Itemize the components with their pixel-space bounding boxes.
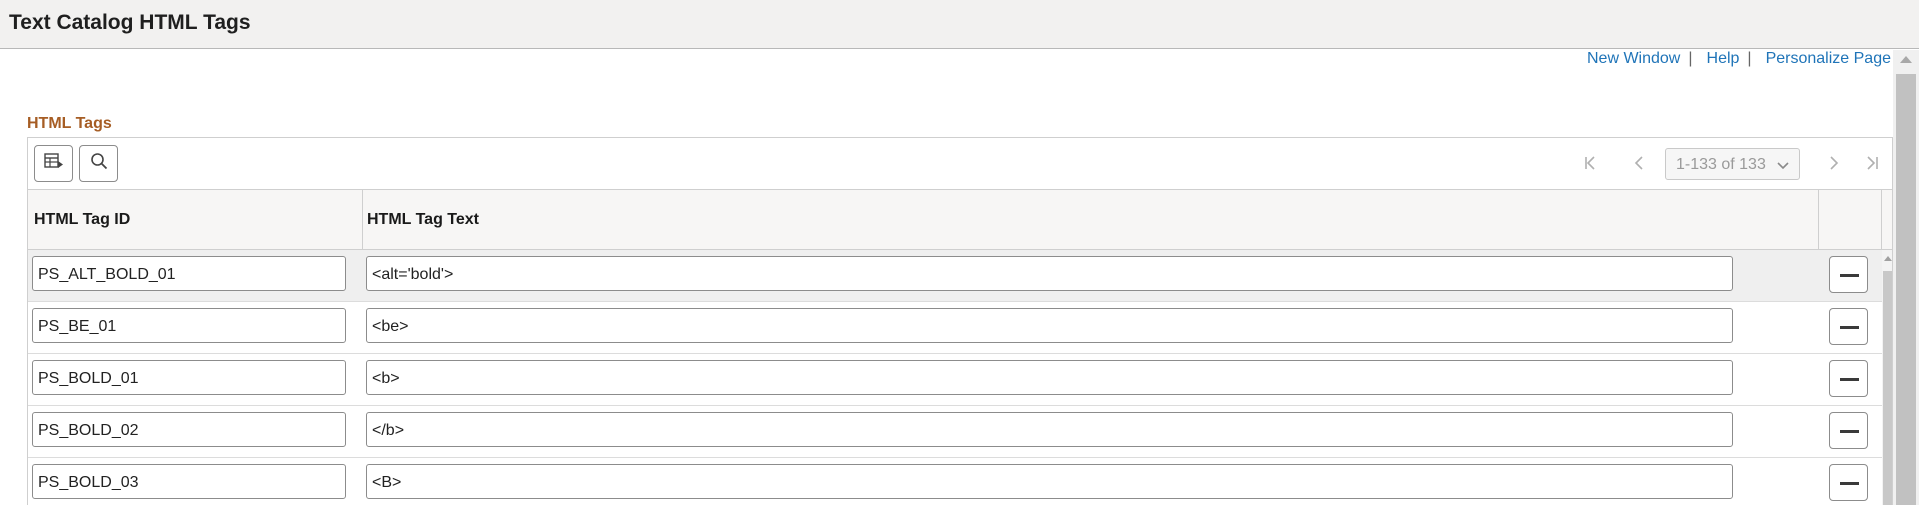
grid-search-button[interactable] <box>79 145 118 182</box>
last-page-icon[interactable] <box>1862 154 1882 174</box>
tag-text-input[interactable]: </b> <box>366 412 1733 447</box>
grid-scrollbar[interactable] <box>1882 250 1892 505</box>
minus-icon <box>1840 326 1859 329</box>
tag-id-input[interactable]: PS_BOLD_02 <box>32 412 346 447</box>
page-links: New Window | Help | Personalize Page <box>1587 50 1891 68</box>
tag-text-input[interactable]: <be> <box>366 308 1733 343</box>
scroll-up-arrow-icon[interactable] <box>1884 256 1892 261</box>
tag-id-input[interactable]: PS_ALT_BOLD_01 <box>32 256 346 291</box>
new-window-link[interactable]: New Window <box>1587 50 1680 67</box>
tag-id-input[interactable]: PS_BOLD_01 <box>32 360 346 395</box>
tag-id-input[interactable]: PS_BOLD_03 <box>32 464 346 499</box>
first-page-icon[interactable] <box>1581 154 1601 174</box>
delete-row-button[interactable] <box>1829 256 1868 293</box>
minus-icon <box>1840 378 1859 381</box>
table-row: PS_BOLD_02 </b> <box>28 406 1892 458</box>
chevron-down-icon <box>1776 158 1790 176</box>
scrollbar-thumb[interactable] <box>1896 74 1916 505</box>
page-title: Text Catalog HTML Tags <box>9 11 251 34</box>
grid-view-icon <box>43 152 64 175</box>
minus-icon <box>1840 430 1859 433</box>
grid-header-row: HTML Tag ID HTML Tag Text <box>28 190 1892 250</box>
column-divider <box>1881 190 1882 250</box>
delete-row-button[interactable] <box>1829 308 1868 345</box>
grid-view-button[interactable] <box>34 145 73 182</box>
delete-row-button[interactable] <box>1829 360 1868 397</box>
title-bar: Text Catalog HTML Tags <box>0 0 1919 49</box>
minus-icon <box>1840 482 1859 485</box>
next-page-icon[interactable] <box>1824 154 1844 174</box>
tag-text-input[interactable]: <alt='bold'> <box>366 256 1733 291</box>
delete-row-button[interactable] <box>1829 412 1868 449</box>
page-scrollbar[interactable] <box>1893 50 1919 505</box>
page-range-text: 1-133 of 133 <box>1676 156 1766 173</box>
link-separator: | <box>1747 50 1752 67</box>
section-title: HTML Tags <box>27 115 112 132</box>
column-header-tag-text: HTML Tag Text <box>367 211 479 228</box>
tag-text-input[interactable]: <B> <box>366 464 1733 499</box>
tag-text-input[interactable]: <b> <box>366 360 1733 395</box>
page-range-select[interactable]: 1-133 of 133 <box>1665 148 1800 180</box>
personalize-page-link[interactable]: Personalize Page <box>1766 50 1891 67</box>
scroll-up-arrow-icon[interactable] <box>1900 56 1912 63</box>
table-row: PS_ALT_BOLD_01 <alt='bold'> <box>28 250 1892 302</box>
html-tags-grid: 1-133 of 133 HTML Tag ID HTML Tag Text P… <box>27 137 1893 505</box>
table-row: PS_BE_01 <be> <box>28 302 1892 354</box>
table-row: PS_BOLD_03 <B> <box>28 458 1892 505</box>
minus-icon <box>1840 274 1859 277</box>
link-separator: | <box>1688 50 1693 67</box>
delete-row-button[interactable] <box>1829 464 1868 501</box>
grid-toolbar: 1-133 of 133 <box>28 138 1892 190</box>
column-header-tag-id: HTML Tag ID <box>34 211 131 228</box>
search-icon <box>90 152 108 175</box>
previous-page-icon[interactable] <box>1629 154 1649 174</box>
tag-id-input[interactable]: PS_BE_01 <box>32 308 346 343</box>
grid-scrollbar-thumb[interactable] <box>1883 271 1892 505</box>
help-link[interactable]: Help <box>1707 50 1740 67</box>
table-row: PS_BOLD_01 <b> <box>28 354 1892 406</box>
